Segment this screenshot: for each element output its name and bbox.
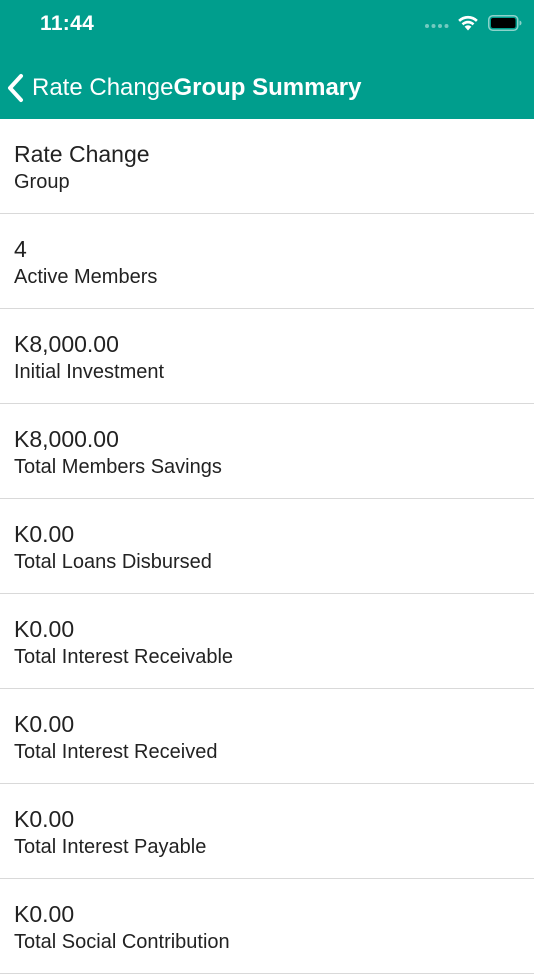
summary-value: 4 <box>14 236 27 262</box>
status-bar: 11:44 <box>0 0 534 50</box>
summary-value: K0.00 <box>14 806 75 832</box>
summary-value: Rate Change <box>14 141 150 167</box>
summary-label: Total Loans Disbursed <box>14 551 212 573</box>
summary-row-total-loans-disbursed[interactable]: K0.00 Total Loans Disbursed <box>0 499 534 594</box>
wifi-icon <box>458 15 478 31</box>
summary-row-total-social-contribution[interactable]: K0.00 Total Social Contribution <box>0 879 534 974</box>
navigation-bar: Rate Change Group Summary <box>0 62 534 112</box>
summary-value: K0.00 <box>14 521 75 547</box>
summary-label: Total Interest Receivable <box>14 646 234 668</box>
summary-row-total-interest-receivable[interactable]: K0.00 Total Interest Receivable <box>0 594 534 689</box>
summary-value: K0.00 <box>14 711 75 737</box>
summary-value: K8,000.00 <box>14 331 119 357</box>
summary-value: K0.00 <box>14 901 75 927</box>
summary-value: K0.00 <box>14 616 75 642</box>
back-button[interactable]: Rate Change Group Summary <box>6 68 361 108</box>
back-button-label: Rate Change <box>32 74 174 101</box>
summary-label: Group <box>14 171 70 193</box>
group-summary-list: Rate Change Group 4 Active Members K8,00… <box>0 119 534 974</box>
summary-label: Total Interest Received <box>14 741 218 763</box>
summary-label: Total Social Contribution <box>14 931 230 953</box>
summary-value: K8,000.00 <box>14 426 119 452</box>
summary-row-active-members[interactable]: 4 Active Members <box>0 214 534 309</box>
summary-label: Active Members <box>14 266 158 288</box>
summary-row-total-interest-received[interactable]: K0.00 Total Interest Received <box>0 689 534 784</box>
summary-label: Total Members Savings <box>14 456 222 478</box>
battery-icon <box>488 15 522 31</box>
cellular-signal-icon <box>425 24 449 28</box>
status-time: 11:44 <box>40 12 95 35</box>
summary-row-total-interest-payable[interactable]: K0.00 Total Interest Payable <box>0 784 534 879</box>
summary-row-initial-investment[interactable]: K8,000.00 Initial Investment <box>0 309 534 404</box>
app-header: 11:44 Rate Change Group Summary <box>0 0 534 119</box>
page-title: Group Summary <box>173 74 362 101</box>
summary-row-group[interactable]: Rate Change Group <box>0 119 534 214</box>
summary-label: Initial Investment <box>14 361 165 383</box>
chevron-left-icon <box>8 74 23 102</box>
summary-label: Total Interest Payable <box>14 836 207 858</box>
summary-row-total-members-savings[interactable]: K8,000.00 Total Members Savings <box>0 404 534 499</box>
